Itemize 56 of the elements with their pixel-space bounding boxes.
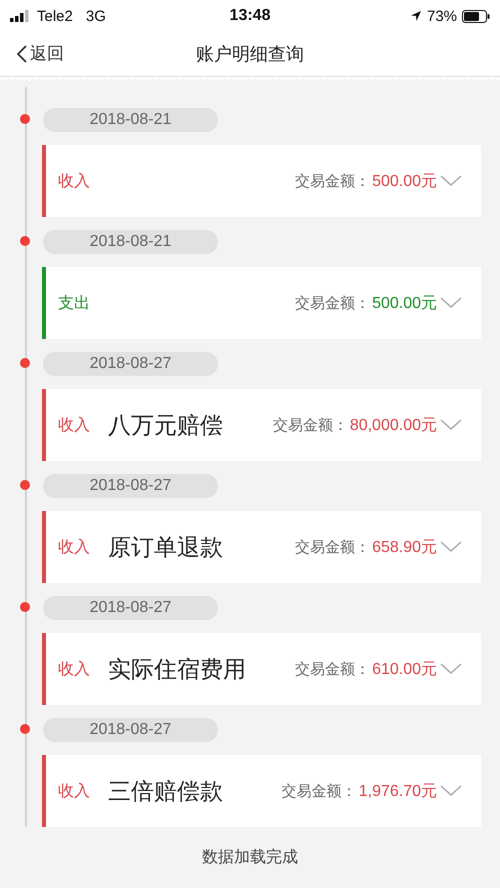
date-label: 2018-08-21 xyxy=(43,108,218,132)
date-label: 2018-08-21 xyxy=(43,230,218,254)
amount-label: 交易金额： xyxy=(295,538,370,556)
battery-icon xyxy=(462,10,490,22)
amount-label: 交易金额： xyxy=(295,172,370,190)
transaction-card[interactable]: 支出 交易金额：500.00元 xyxy=(42,267,481,339)
expand-chevron-icon[interactable] xyxy=(439,662,463,676)
network-type: 3G xyxy=(86,8,106,24)
timeline-dot xyxy=(20,114,30,124)
clock-time: 13:48 xyxy=(230,7,270,25)
transaction-type: 收入 xyxy=(58,780,91,802)
note-text: 八万元赔偿 xyxy=(108,412,223,440)
transaction-type: 收入 xyxy=(58,170,91,192)
date-label: 2018-08-27 xyxy=(43,474,218,498)
transaction-type: 收入 xyxy=(58,658,91,680)
transaction-type: 支出 xyxy=(58,292,91,314)
timeline-dot xyxy=(20,724,30,734)
expand-chevron-icon[interactable] xyxy=(439,540,463,554)
amount-label: 交易金额： xyxy=(295,660,370,678)
timeline-dot xyxy=(20,358,30,368)
date-label: 2018-08-27 xyxy=(43,718,218,742)
transaction-type: 收入 xyxy=(58,414,91,436)
timeline-dot xyxy=(20,236,30,246)
carrier-name: Tele2 xyxy=(37,8,73,24)
amount-value: 500.00元 xyxy=(372,294,437,314)
timeline-dot xyxy=(20,602,30,612)
amount-value: 658.90元 xyxy=(372,538,437,558)
timeline-dot xyxy=(20,480,30,490)
transaction-card[interactable]: 收入 八万元赔偿 交易金额：80,000.00元 xyxy=(42,389,481,461)
transaction-card[interactable]: 收入 实际住宿费用 交易金额：610.00元 xyxy=(42,633,481,705)
note-text: 原订单退款 xyxy=(108,534,223,562)
amount-value: 500.00元 xyxy=(372,172,437,192)
page-title: 账户明细查询 xyxy=(196,43,304,66)
back-button[interactable]: 返回 xyxy=(12,40,68,67)
date-label: 2018-08-27 xyxy=(43,596,218,620)
amount-label: 交易金额： xyxy=(295,294,370,312)
transaction-card[interactable]: 收入 交易金额：500.00元 xyxy=(42,145,481,217)
amount-value: 1,976.70元 xyxy=(358,782,437,802)
amount-value: 80,000.00元 xyxy=(350,416,437,436)
back-chevron-icon xyxy=(16,44,28,64)
note-text: 三倍赔偿款 xyxy=(108,778,223,806)
transaction-type: 收入 xyxy=(58,536,91,558)
amount-value: 610.00元 xyxy=(372,660,437,680)
expand-chevron-icon[interactable] xyxy=(439,174,463,188)
amount-label: 交易金额： xyxy=(272,416,348,434)
load-complete-text: 数据加载完成 xyxy=(201,846,299,868)
expand-chevron-icon[interactable] xyxy=(439,418,463,432)
note-text: 实际住宿费用 xyxy=(108,656,246,684)
date-label: 2018-08-27 xyxy=(43,352,218,376)
expand-chevron-icon[interactable] xyxy=(439,784,463,798)
battery-percent: 73% xyxy=(426,8,458,24)
expand-chevron-icon[interactable] xyxy=(439,296,463,310)
transaction-card[interactable]: 收入 原订单退款 交易金额：658.90元 xyxy=(42,511,481,583)
amount-label: 交易金额： xyxy=(282,782,357,800)
location-arrow-icon xyxy=(410,10,422,22)
transaction-card[interactable]: 收入 三倍赔偿款 交易金额：1,976.70元 xyxy=(42,755,481,827)
